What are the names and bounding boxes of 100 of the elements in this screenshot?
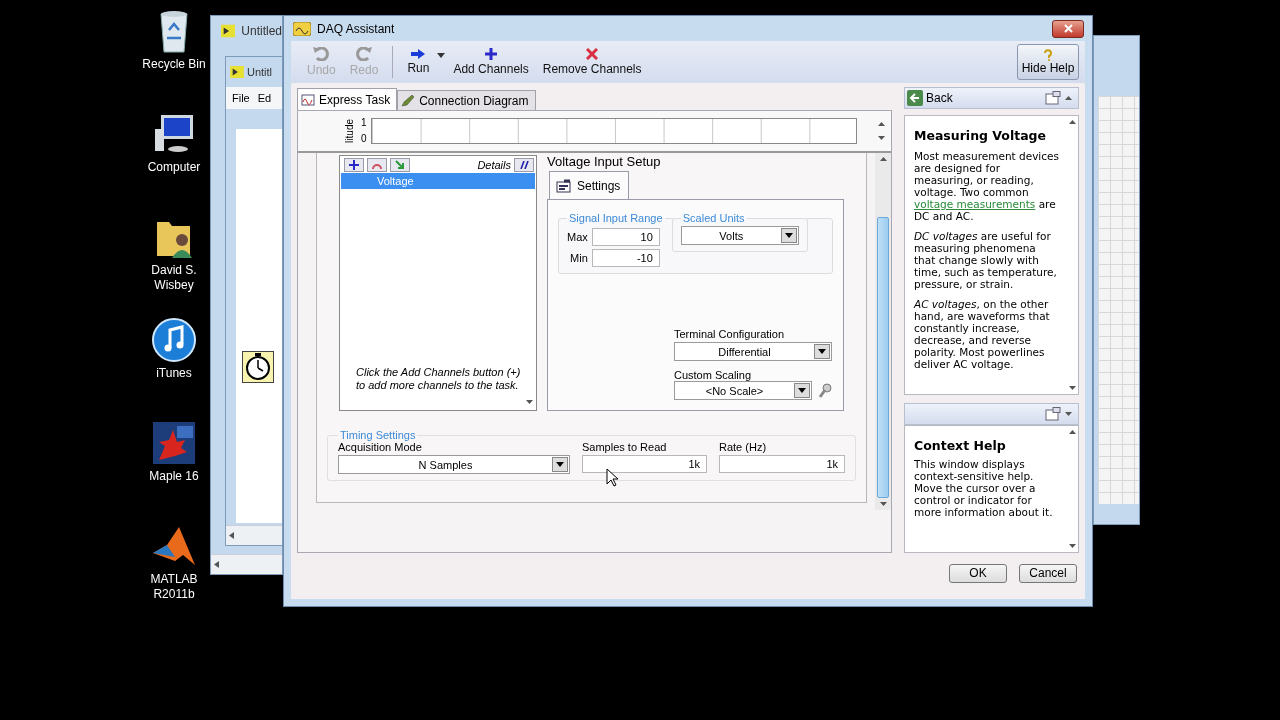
help-title: Context Help: [914, 440, 1007, 452]
undo-icon: [313, 47, 330, 61]
field-label: Terminal Configuration: [674, 328, 786, 340]
caret-icon: [818, 349, 826, 354]
help-paragraph: Most measurement devices are designed for measuring, or reading, voltage. Two common voltage measurements are DC and AC.: [914, 150, 1060, 222]
cursor-icon: [606, 468, 618, 487]
scroll-up-icon[interactable]: [1068, 120, 1076, 124]
min-field[interactable]: -10: [591, 249, 660, 267]
plus-icon: [485, 48, 498, 60]
collapse-icon[interactable]: [1065, 96, 1072, 100]
scroll-left-icon[interactable]: [214, 561, 219, 568]
tick-label: 0: [361, 133, 367, 145]
desktop-icon-label[interactable]: MATLAB R2011b: [142, 572, 206, 602]
scroll-down-icon[interactable]: [879, 502, 887, 506]
waveform-icon: [301, 93, 315, 106]
toolbar-button[interactable]: Add Channels: [447, 48, 535, 76]
details-button[interactable]: [514, 157, 534, 172]
close-icon: [1063, 24, 1073, 33]
scroll-left-icon[interactable]: [229, 532, 234, 539]
axis-label: litude: [344, 119, 355, 143]
field-label: Custom Scaling: [674, 369, 752, 381]
back-button[interactable]: Back: [907, 90, 953, 106]
field-label: Max: [567, 231, 588, 243]
dialog-button[interactable]: Cancel: [1019, 563, 1077, 583]
settings-icon: [556, 178, 572, 193]
plus-icon: [349, 159, 359, 170]
menu-item[interactable]: File: [232, 92, 250, 104]
window-title: Untitl: [247, 66, 273, 78]
expand-icon[interactable]: [1065, 412, 1072, 416]
desktop-icon-label[interactable]: Maple 16: [142, 469, 206, 484]
help-paragraph: This window displays context-sensitive help. Move the cursor over a control or indicator for more information about it.: [914, 458, 1054, 518]
double-slash-icon: [519, 160, 529, 169]
desktop-icon-label[interactable]: Computer: [142, 160, 206, 175]
redo-icon: [356, 47, 373, 61]
wrench-icon[interactable]: [818, 382, 832, 399]
dropdown-button[interactable]: [794, 383, 810, 398]
move-channel-button[interactable]: [390, 157, 410, 172]
caret-icon[interactable]: [437, 52, 446, 58]
cross-icon: [586, 48, 599, 60]
remove-channel-button[interactable]: [367, 157, 387, 172]
samples-field[interactable]: 1k: [582, 455, 707, 473]
hint-text: Click the Add Channels button (+) to add more channels to the task.: [356, 366, 522, 392]
question-icon: [1042, 49, 1054, 61]
details-label: Details: [477, 158, 511, 171]
scroll-down-icon[interactable]: [526, 400, 533, 404]
rate-field[interactable]: 1k: [719, 455, 845, 473]
desktop-icon-label[interactable]: Recycle Bin: [142, 57, 206, 72]
scroll-down-icon[interactable]: [1068, 544, 1076, 548]
scroll-thumb[interactable]: [877, 217, 889, 498]
dropdown[interactable]: N Samples: [338, 455, 570, 474]
close-button[interactable]: [1052, 19, 1084, 38]
settings-tab[interactable]: Settings: [549, 171, 629, 199]
group-legend: Timing Settings: [338, 429, 418, 441]
dropdown[interactable]: Differential: [674, 342, 832, 361]
dropdown-button[interactable]: [552, 457, 568, 472]
max-field[interactable]: 10: [591, 228, 660, 246]
app-icon: [221, 24, 236, 38]
dropdown[interactable]: <No Scale>: [674, 381, 812, 400]
toolbar-button[interactable]: Remove Channels: [536, 48, 648, 76]
caret-icon: [798, 388, 806, 393]
help-paragraph: DC voltages are useful for measuring phenomena that change slowly with time, such as temperature, pressure, or strain.: [914, 230, 1058, 290]
back-arrow-icon: [907, 90, 923, 106]
stopwatch-icon[interactable]: [242, 351, 274, 383]
arrow-icon: [395, 159, 405, 170]
scroll-up-icon[interactable]: [1068, 430, 1076, 434]
add-channel-button[interactable]: [344, 157, 364, 172]
hide-help-button[interactable]: Hide Help: [1017, 44, 1079, 80]
scroll-up-icon[interactable]: [878, 122, 885, 126]
scroll-down-icon[interactable]: [1068, 386, 1076, 390]
window-title: DAQ Assistant: [317, 21, 396, 36]
tab[interactable]: Express Task: [297, 88, 398, 110]
tick-label: 1: [361, 117, 367, 129]
scroll-up-icon[interactable]: [879, 157, 887, 161]
scrollbar[interactable]: [875, 153, 891, 510]
dropdown-button[interactable]: [814, 344, 830, 359]
caret-icon: [556, 462, 564, 467]
pencil-icon: [401, 94, 416, 107]
field-label: Samples to Read: [582, 441, 668, 453]
menu-item[interactable]: Ed: [257, 92, 272, 104]
scroll-down-icon[interactable]: [878, 136, 885, 140]
tab[interactable]: Connection Diagram: [397, 90, 536, 110]
desktop-icon-label[interactable]: David S. Wisbey: [142, 263, 206, 293]
group-legend: Scaled Units: [680, 212, 747, 224]
dropdown-button[interactable]: [780, 228, 797, 243]
group-legend: Signal Input Range: [567, 212, 665, 224]
arrow-icon: [411, 49, 426, 59]
dock-icon: [1045, 91, 1061, 105]
dialog-button[interactable]: OK: [949, 563, 1007, 583]
window-title: Untitled: [241, 24, 282, 38]
app-icon: [230, 66, 244, 78]
dock-icon: [1045, 407, 1061, 421]
maple-leaf-icon: [151, 420, 197, 466]
help-title: Measuring Voltage: [914, 130, 1048, 142]
desktop-icon-label[interactable]: iTunes: [142, 366, 206, 381]
help-paragraph: AC voltages, on the other hand, are waveforms that constantly increase, decrease, and reverse polarity. Most powerlines deliver AC voltage.: [914, 298, 1051, 370]
music-note-icon: [151, 317, 197, 363]
dropdown[interactable]: Volts: [680, 226, 799, 245]
help-link[interactable]: voltage measurements: [914, 198, 1036, 210]
toolbar-button[interactable]: Run: [401, 49, 436, 75]
app-icon: [293, 21, 311, 36]
